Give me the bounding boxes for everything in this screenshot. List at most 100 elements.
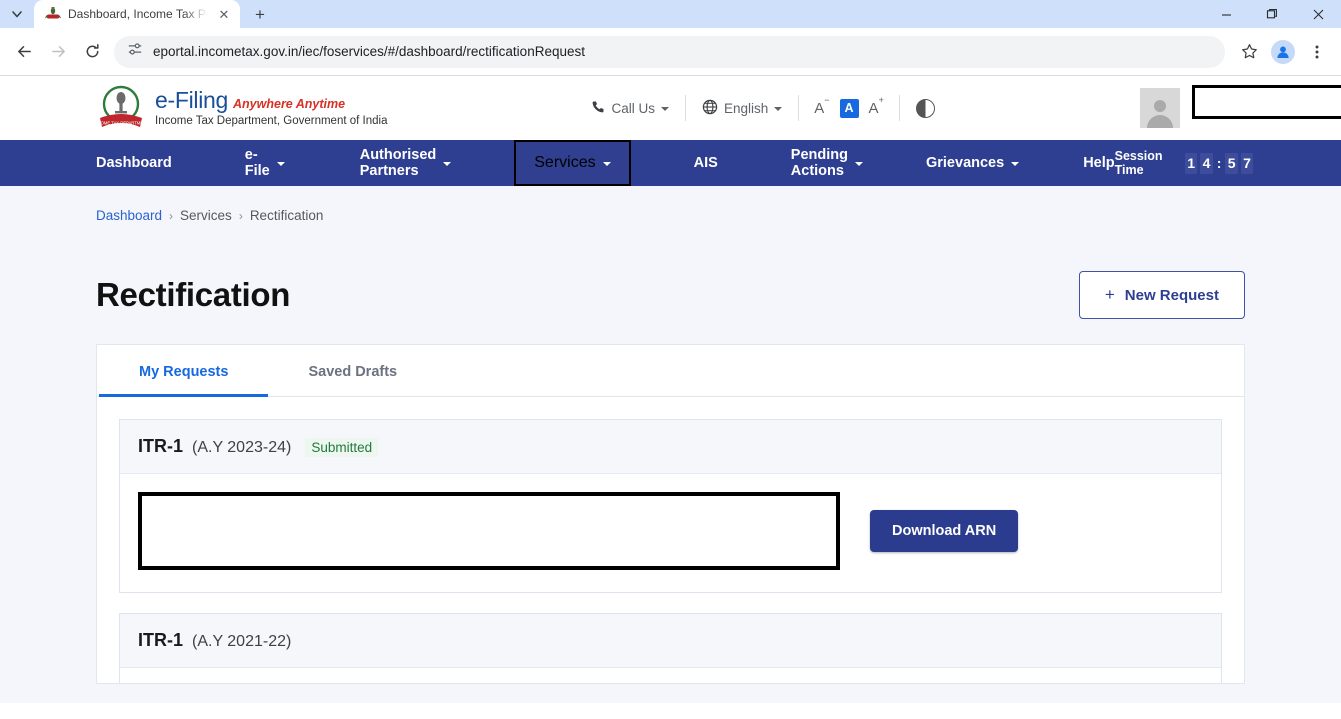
tab-my-requests[interactable]: My Requests xyxy=(99,345,269,397)
call-us-label: Call Us xyxy=(611,100,655,116)
request-details-redaction-box xyxy=(138,492,840,570)
site-header: INCOME TAX DEPARTMENT e-Filing Anywhere … xyxy=(0,76,1341,140)
nav-item-pending-actions[interactable]: Pending Actions xyxy=(791,140,863,186)
nav-item-dashboard[interactable]: Dashboard xyxy=(96,140,172,186)
avatar xyxy=(1140,88,1181,128)
tab-saved-drafts[interactable]: Saved Drafts xyxy=(268,345,437,396)
breadcrumb-separator: › xyxy=(169,208,174,223)
back-arrow-icon[interactable] xyxy=(8,36,40,68)
logo-title: e-Filing xyxy=(155,87,229,113)
tab-search-caret-icon[interactable] xyxy=(0,0,34,28)
svg-text:INCOME TAX DEPARTMENT: INCOME TAX DEPARTMENT xyxy=(96,120,146,125)
national-emblem-icon: INCOME TAX DEPARTMENT xyxy=(93,84,149,132)
breadcrumb-dashboard[interactable]: Dashboard xyxy=(96,208,162,223)
close-window-button[interactable] xyxy=(1295,0,1341,28)
new-request-label: New Request xyxy=(1124,286,1219,304)
browser-tab[interactable]: Dashboard, Income Tax Portal, G ✕ xyxy=(34,0,240,28)
nav-label: Pending Actions xyxy=(790,147,848,179)
breadcrumb-separator: › xyxy=(238,208,243,223)
chevron-down-icon xyxy=(443,162,452,166)
minimize-button[interactable] xyxy=(1203,0,1249,28)
session-digit: 5 xyxy=(1225,152,1238,174)
browser-titlebar: Dashboard, Income Tax Portal, G ✕ + xyxy=(0,0,1341,28)
phone-icon xyxy=(591,100,605,117)
star-icon[interactable] xyxy=(1233,36,1265,68)
font-increase-button[interactable]: A+ xyxy=(869,95,884,117)
nav-label: Grievances xyxy=(925,155,1005,171)
breadcrumb-current: Rectification xyxy=(249,208,324,223)
logo-tagline: Anywhere Anytime xyxy=(233,97,346,111)
nav-item-services[interactable]: Services xyxy=(514,140,631,186)
chevron-down-icon xyxy=(602,162,611,166)
session-colon: : xyxy=(1216,155,1222,171)
username-redaction-box xyxy=(1192,85,1341,119)
chevron-down-icon xyxy=(1011,162,1020,166)
nav-item-help[interactable]: Help xyxy=(1083,140,1114,186)
nav-label: Authorised Partners xyxy=(359,147,437,179)
request-card-body: Download ARN xyxy=(120,474,1221,592)
request-card-header: ITR-1 (A.Y 2023-24) Submitted xyxy=(120,420,1221,474)
font-size-controls: A− A A+ xyxy=(799,95,899,118)
nav-item-grievances[interactable]: Grievances xyxy=(925,140,1020,186)
nav-label: Dashboard xyxy=(96,155,172,171)
nav-item-ais[interactable]: AIS xyxy=(694,140,718,186)
header-tools: Call Us English A− A A+ xyxy=(575,95,950,121)
maximize-button[interactable] xyxy=(1249,0,1295,28)
logo-subtitle: Income Tax Department, Government of Ind… xyxy=(155,115,388,127)
plus-icon: + xyxy=(1104,285,1115,304)
browser-toolbar: eportal.incometax.gov.in/iec/foservices/… xyxy=(0,28,1341,75)
request-card-list: ITR-1 (A.Y 2023-24) Submitted Download A… xyxy=(97,397,1244,683)
address-bar[interactable]: eportal.incometax.gov.in/iec/foservices/… xyxy=(114,35,1225,68)
url-text: eportal.incometax.gov.in/iec/foservices/… xyxy=(153,44,585,59)
request-card: ITR-1 (A.Y 2021-22) Download ARN xyxy=(119,613,1222,683)
itr-type-label: ITR-1 xyxy=(138,436,183,456)
session-time-label: Session Time xyxy=(1114,149,1163,177)
nav-label: Help xyxy=(1083,155,1115,171)
chevron-down-icon xyxy=(774,107,783,111)
chevron-down-icon xyxy=(660,107,669,111)
download-arn-button[interactable]: Download ARN xyxy=(870,510,1019,552)
breadcrumb: Dashboard › Services › Rectification xyxy=(96,186,1245,223)
nav-label: e-File xyxy=(244,147,270,179)
session-digit: 7 xyxy=(1240,152,1254,174)
user-profile[interactable]: Individual xyxy=(1140,85,1341,128)
new-request-button[interactable]: + New Request xyxy=(1078,271,1245,319)
assessment-year-label: (A.Y 2021-22) xyxy=(192,633,292,650)
request-card-body: Download ARN xyxy=(120,668,1221,683)
globe-icon xyxy=(702,99,718,118)
session-digit: 1 xyxy=(1184,152,1198,174)
site-settings-icon[interactable] xyxy=(127,41,143,62)
font-normal-button[interactable]: A xyxy=(839,98,859,118)
chevron-down-icon xyxy=(276,162,285,166)
request-card-header: ITR-1 (A.Y 2021-22) xyxy=(120,614,1221,668)
session-digit: 4 xyxy=(1200,152,1213,174)
contrast-toggle-icon xyxy=(915,98,935,118)
page-content: Dashboard › Services › Rectification Rec… xyxy=(0,186,1341,703)
language-selector[interactable]: English xyxy=(686,99,798,118)
itr-type-label: ITR-1 xyxy=(138,630,183,650)
status-badge: Submitted xyxy=(305,438,379,457)
three-dot-menu-icon[interactable] xyxy=(1301,36,1333,68)
window-controls xyxy=(1203,0,1341,28)
nav-label: AIS xyxy=(693,155,718,171)
nav-item-authorised-partners[interactable]: Authorised Partners xyxy=(360,140,452,186)
browser-tab-title: Dashboard, Income Tax Portal, G xyxy=(68,7,209,21)
nav-item-e-file[interactable]: e-File xyxy=(245,140,285,186)
call-us-button[interactable]: Call Us xyxy=(575,100,685,117)
page-header: Rectification + New Request xyxy=(96,271,1245,319)
request-card: ITR-1 (A.Y 2023-24) Submitted Download A… xyxy=(119,419,1222,593)
efiling-logo[interactable]: INCOME TAX DEPARTMENT e-Filing Anywhere … xyxy=(93,84,388,132)
session-timer: Session Time 1 4 : 5 7 xyxy=(1115,149,1254,177)
nav-label: Services xyxy=(534,154,596,171)
close-tab-icon[interactable]: ✕ xyxy=(216,6,232,22)
chevron-down-icon xyxy=(854,162,863,166)
reload-icon[interactable] xyxy=(76,36,108,68)
breadcrumb-services[interactable]: Services xyxy=(180,208,232,223)
contrast-toggle-button[interactable] xyxy=(900,98,951,118)
font-decrease-button[interactable]: A− xyxy=(814,95,829,117)
new-tab-button[interactable]: + xyxy=(246,0,274,28)
main-navigation: Dashboard e-File Authorised Partners Ser… xyxy=(0,140,1341,186)
profile-avatar-icon[interactable] xyxy=(1267,36,1299,68)
forward-arrow-icon[interactable] xyxy=(42,36,74,68)
requests-panel: My Requests Saved Drafts ITR-1 (A.Y 2023… xyxy=(96,344,1245,684)
